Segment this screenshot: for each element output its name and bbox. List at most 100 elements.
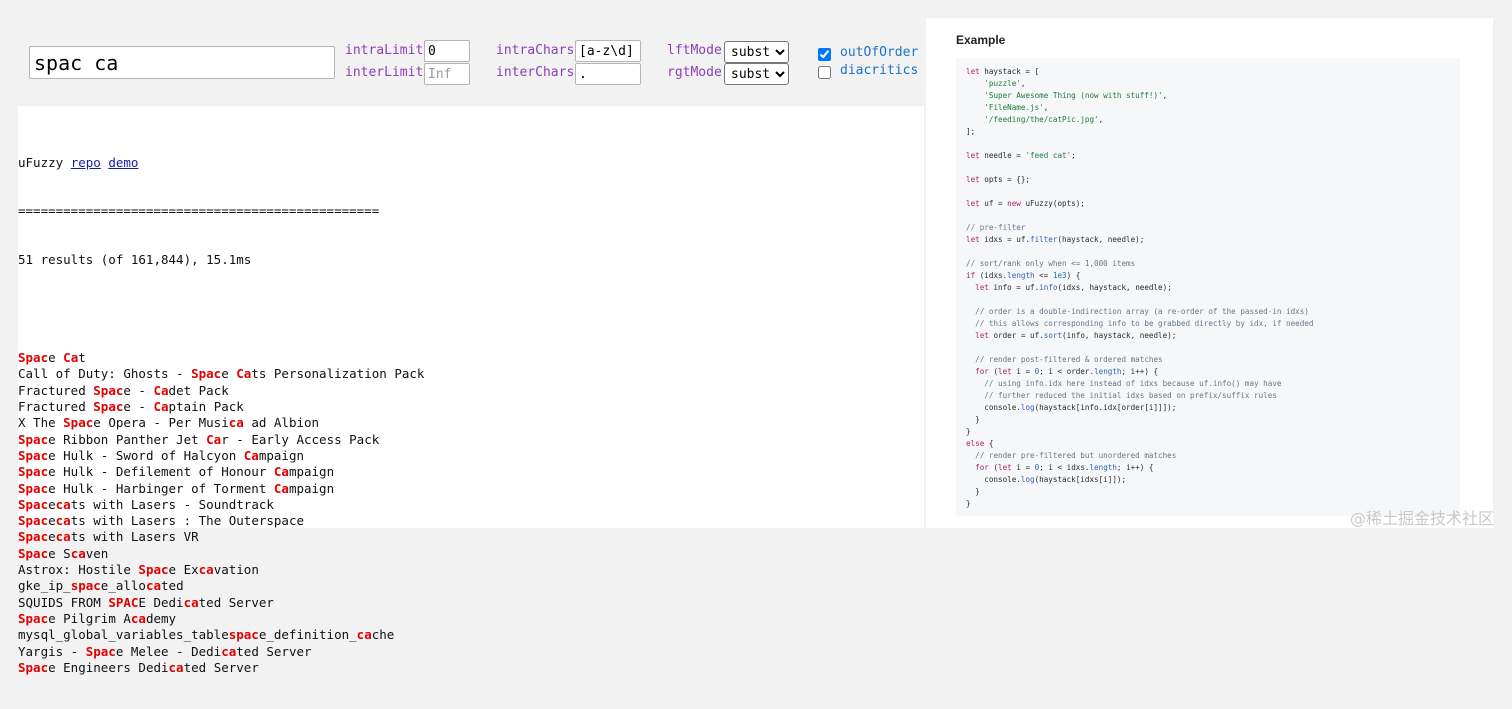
lft-mode-select[interactable]: substr: [724, 41, 789, 63]
results-list: Space Cat Call of Duty: Ghosts - Space Ca…: [18, 350, 918, 676]
inter-chars-input[interactable]: [575, 63, 641, 85]
match-highlight: Spac: [85, 643, 116, 659]
code-line: 'Super Awesome Thing (now with stuff!)',: [966, 90, 1313, 102]
match-highlight: Spac: [138, 562, 169, 578]
code-token: ,: [1020, 79, 1026, 88]
results-output: uFuzzy repo demo =======================…: [18, 122, 918, 709]
results-summary: 51 results (of 161,844), 15.1ms: [18, 252, 252, 268]
match-highlight: Spac: [18, 496, 49, 512]
code-token: ; i < order.: [1039, 367, 1095, 376]
result-text: det Pack: [168, 382, 229, 398]
code-token: length: [1007, 271, 1035, 280]
out-of-order-label[interactable]: outOfOrder: [840, 45, 918, 60]
match-highlight: ca: [221, 643, 237, 659]
code-line: // render pre-filtered but unordered mat…: [966, 450, 1313, 462]
result-text: e Hulk - Defilement of Honour: [48, 464, 274, 480]
code-token: 'FileName.js': [984, 103, 1044, 112]
out-of-order-checkbox[interactable]: [818, 48, 831, 61]
match-highlight: ca: [228, 415, 244, 431]
result-text: e: [48, 513, 56, 529]
repo-link[interactable]: repo: [71, 155, 101, 170]
match-highlight: Ca: [273, 464, 289, 480]
demo-link[interactable]: demo: [108, 155, 138, 170]
result-item: Space Ribbon Panther Jet Car - Early Acc…: [18, 432, 918, 448]
result-text: Fractured: [18, 399, 94, 415]
match-highlight: Ca: [63, 350, 79, 366]
code-token: let: [966, 235, 980, 244]
code-block: let haystack = [ 'puzzle', 'Super Awesom…: [956, 58, 1460, 516]
result-text: E Dedi: [138, 594, 184, 610]
result-text: che: [371, 627, 395, 643]
match-highlight: Spac: [93, 399, 124, 415]
intra-limit-input[interactable]: [424, 40, 470, 62]
code-token: for: [975, 367, 989, 376]
result-text: e: [221, 366, 237, 382]
rgt-mode-label: rgtMode: [667, 65, 722, 80]
result-text: ad Albion: [243, 415, 320, 431]
result-text: ted Server: [198, 594, 274, 610]
code-token: filter: [1030, 235, 1058, 244]
code-line: let info = uf.info(idxs, haystack, needl…: [966, 282, 1313, 294]
code-line: // further reduced the initial idxs base…: [966, 390, 1313, 402]
match-highlight: ca: [168, 659, 184, 675]
search-input[interactable]: [29, 46, 335, 79]
result-text: e -: [123, 399, 154, 415]
inter-chars-label: interChars: [496, 65, 575, 80]
diacritics-checkbox[interactable]: [818, 66, 831, 79]
code-token: // using info.idx here instead of idxs b…: [984, 379, 1282, 388]
code-line: 'FileName.js',: [966, 102, 1313, 114]
result-item: Space Hulk - Sword of Halcyon Campaign: [18, 448, 918, 464]
code-token: // render post-filtered & ordered matche…: [975, 355, 1163, 364]
result-item: Space Pilgrim Academy: [18, 611, 918, 627]
result-text: e: [48, 496, 56, 512]
code-token: console.: [966, 403, 1021, 412]
result-item: Space Scaven: [18, 546, 918, 562]
match-highlight: SPAC: [108, 594, 139, 610]
code-token: i =: [1011, 367, 1035, 376]
rgt-mode-select[interactable]: substr: [724, 63, 789, 85]
intra-chars-label: intraChars: [496, 43, 575, 58]
result-text: mpaign: [288, 480, 335, 496]
diacritics-label[interactable]: diacritics: [840, 63, 918, 78]
result-text: e Hulk - Harbinger of Torment: [48, 480, 274, 496]
code-line: // order is a double-indirection array (…: [966, 306, 1313, 318]
code-line: let idxs = uf.filter(haystack, needle);: [966, 234, 1313, 246]
code-line: else {: [966, 438, 1313, 450]
result-text: Fractured: [18, 382, 94, 398]
code-token: (: [988, 463, 999, 472]
code-token: length: [1089, 463, 1117, 472]
inter-limit-label: interLimit: [345, 65, 424, 80]
result-text: e: [48, 350, 64, 366]
result-text: e Melee - Dedi: [115, 643, 222, 659]
code-token: log: [1020, 403, 1035, 412]
code-token: ,: [1162, 91, 1168, 100]
code-line: let order = uf.sort(info, haystack, need…: [966, 330, 1313, 342]
code-token: if: [966, 271, 976, 280]
intra-chars-input[interactable]: [575, 40, 641, 62]
code-token: uFuzzy(opts);: [1020, 199, 1085, 208]
code-token: ) {: [1066, 271, 1081, 280]
result-text: e: [48, 529, 56, 545]
code-token: let: [998, 367, 1012, 376]
result-item: SQUIDS FROM SPACE Dedicated Server: [18, 595, 918, 611]
result-text: e -: [123, 382, 154, 398]
result-text: e Opera - Per Musi: [93, 415, 229, 431]
match-highlight: Spac: [18, 431, 49, 447]
result-item: Space Cat: [18, 350, 918, 366]
lft-mode-label: lftMode: [667, 43, 722, 58]
code-token: opts = {};: [979, 175, 1031, 184]
code-token: }: [966, 499, 971, 508]
code-token: (: [988, 367, 999, 376]
result-item: Fractured Space - Cadet Pack: [18, 383, 918, 399]
code-token: }: [966, 427, 971, 436]
result-text: X The: [18, 415, 64, 431]
code-token: // order is a double-indirection array (…: [975, 307, 1309, 316]
inter-limit-input[interactable]: [424, 63, 470, 85]
match-highlight: ca: [356, 627, 372, 643]
